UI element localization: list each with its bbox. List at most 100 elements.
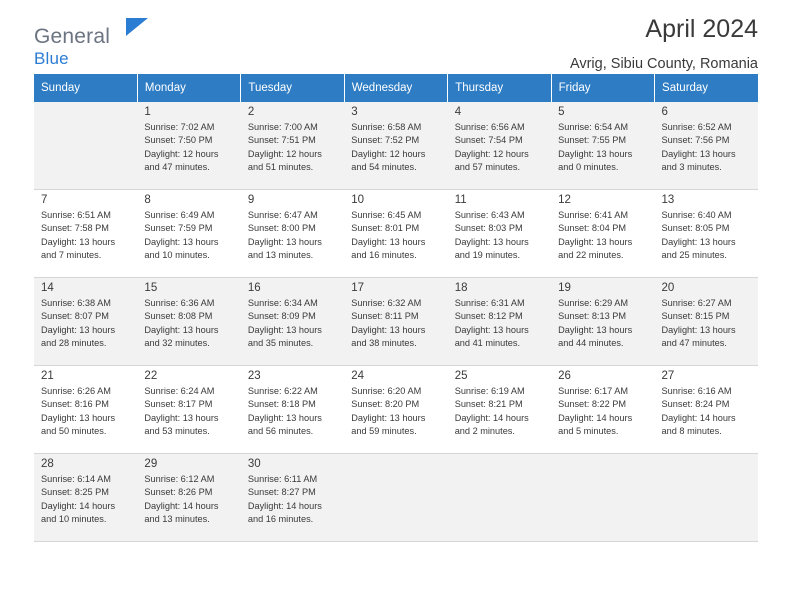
day-cell-content[interactable]: 22 Sunrise: 6:24 AM Sunset: 8:17 PM Dayli… — [137, 366, 241, 453]
day-cell: 13 Sunrise: 6:40 AM Sunset: 8:05 PM Dayli… — [654, 189, 758, 278]
calendar-table: Sunday Monday Tuesday Wednesday Thursday… — [34, 74, 758, 542]
day-cell-content[interactable]: 5 Sunrise: 6:54 AM Sunset: 7:55 PM Daylig… — [551, 102, 655, 189]
day-number: 4 — [454, 106, 462, 118]
day-cell: 18 Sunrise: 6:31 AM Sunset: 8:12 PM Dayli… — [447, 277, 552, 366]
location-subtitle: Avrig, Sibiu County, Romania — [569, 55, 758, 72]
day-cell-content[interactable]: 13 Sunrise: 6:40 AM Sunset: 8:05 PM Dayli… — [654, 190, 758, 277]
day-cell-content[interactable]: 26 Sunrise: 6:17 AM Sunset: 8:22 PM Dayli… — [551, 366, 655, 453]
day-sun-info: Sunrise: 6:12 AM Sunset: 8:26 PM Dayligh… — [144, 474, 219, 525]
day-number: 16 — [247, 282, 261, 294]
day-cell-content[interactable]: 11 Sunrise: 6:43 AM Sunset: 8:03 PM Dayli… — [447, 190, 552, 277]
day-number: 8 — [144, 194, 151, 206]
calendar-page: General Blue April 2024 Avrig, Sibiu Cou… — [0, 0, 792, 612]
day-number: 13 — [661, 194, 675, 206]
day-cell-content[interactable]: 21 Sunrise: 6:26 AM Sunset: 8:16 PM Dayli… — [34, 366, 138, 453]
day-cell: 11 Sunrise: 6:43 AM Sunset: 8:03 PM Dayli… — [447, 189, 552, 278]
day-number: 1 — [144, 106, 151, 118]
blue-flag-icon — [126, 18, 148, 36]
day-cell — [34, 102, 138, 190]
day-cell-content[interactable]: 1 Sunrise: 7:02 AM Sunset: 7:50 PM Daylig… — [137, 102, 241, 189]
day-cell-content[interactable]: 6 Sunrise: 6:52 AM Sunset: 7:56 PM Daylig… — [654, 102, 758, 189]
day-sun-info: Sunrise: 6:16 AM Sunset: 8:24 PM Dayligh… — [661, 386, 736, 437]
calendar-week-row: 1 Sunrise: 7:02 AM Sunset: 7:50 PM Daylig… — [34, 102, 758, 190]
weekday-header-thursday: Thursday — [447, 74, 552, 102]
day-cell: 3 Sunrise: 6:58 AM Sunset: 7:52 PM Daylig… — [344, 102, 448, 190]
day-cell-content[interactable]: 25 Sunrise: 6:19 AM Sunset: 8:21 PM Dayli… — [447, 366, 552, 453]
day-sun-info: Sunrise: 6:49 AM Sunset: 7:59 PM Dayligh… — [144, 210, 219, 261]
day-cell-content[interactable]: 24 Sunrise: 6:20 AM Sunset: 8:20 PM Dayli… — [344, 366, 448, 453]
day-cell: 2 Sunrise: 7:00 AM Sunset: 7:51 PM Daylig… — [240, 102, 345, 190]
brand-name-general: General — [34, 25, 111, 48]
day-number: 9 — [247, 194, 255, 206]
day-number: 20 — [661, 282, 675, 294]
day-cell-content[interactable]: 18 Sunrise: 6:31 AM Sunset: 8:12 PM Dayli… — [447, 278, 552, 365]
day-cell: 23 Sunrise: 6:22 AM Sunset: 8:18 PM Dayli… — [240, 365, 345, 454]
day-cell-content[interactable]: 17 Sunrise: 6:32 AM Sunset: 8:11 PM Dayli… — [344, 278, 448, 365]
day-sun-info: Sunrise: 6:38 AM Sunset: 8:07 PM Dayligh… — [41, 298, 116, 349]
day-cell-content[interactable]: 29 Sunrise: 6:12 AM Sunset: 8:26 PM Dayli… — [137, 454, 241, 541]
day-number: 30 — [247, 458, 261, 470]
weekday-header-wednesday: Wednesday — [344, 74, 449, 102]
day-cell — [447, 453, 552, 542]
brand-name-blue: Blue — [34, 49, 69, 68]
day-cell: 28 Sunrise: 6:14 AM Sunset: 8:25 PM Dayli… — [34, 453, 138, 542]
day-sun-info: Sunrise: 6:58 AM Sunset: 7:52 PM Dayligh… — [351, 122, 426, 173]
day-number: 10 — [351, 194, 365, 206]
day-cell-content[interactable]: 9 Sunrise: 6:47 AM Sunset: 8:00 PM Daylig… — [240, 190, 345, 277]
day-sun-info: Sunrise: 6:45 AM Sunset: 8:01 PM Dayligh… — [351, 210, 426, 261]
day-cell: 14 Sunrise: 6:38 AM Sunset: 8:07 PM Dayli… — [34, 277, 138, 366]
day-number: 6 — [661, 106, 668, 118]
day-number: 15 — [144, 282, 158, 294]
day-cell-content[interactable]: 10 Sunrise: 6:45 AM Sunset: 8:01 PM Dayli… — [344, 190, 448, 277]
day-cell-content[interactable]: 23 Sunrise: 6:22 AM Sunset: 8:18 PM Dayli… — [240, 366, 345, 453]
day-cell: 26 Sunrise: 6:17 AM Sunset: 8:22 PM Dayli… — [551, 365, 655, 454]
day-cell-content[interactable]: 19 Sunrise: 6:29 AM Sunset: 8:13 PM Dayli… — [551, 278, 655, 365]
day-cell-content[interactable]: 15 Sunrise: 6:36 AM Sunset: 8:08 PM Dayli… — [137, 278, 241, 365]
day-cell-content[interactable]: 3 Sunrise: 6:58 AM Sunset: 7:52 PM Daylig… — [344, 102, 448, 189]
day-sun-info: Sunrise: 6:56 AM Sunset: 7:54 PM Dayligh… — [454, 122, 529, 173]
day-cell-content[interactable]: 16 Sunrise: 6:34 AM Sunset: 8:09 PM Dayli… — [240, 278, 345, 365]
day-cell: 10 Sunrise: 6:45 AM Sunset: 8:01 PM Dayli… — [344, 189, 448, 278]
day-sun-info: Sunrise: 6:17 AM Sunset: 8:22 PM Dayligh… — [558, 386, 633, 437]
day-cell-content[interactable]: 7 Sunrise: 6:51 AM Sunset: 7:58 PM Daylig… — [34, 190, 138, 277]
weekday-header-friday: Friday — [551, 74, 656, 102]
day-sun-info: Sunrise: 6:51 AM Sunset: 7:58 PM Dayligh… — [41, 210, 116, 261]
day-cell-content[interactable]: 2 Sunrise: 7:00 AM Sunset: 7:51 PM Daylig… — [240, 102, 345, 189]
calendar-week-row: 14 Sunrise: 6:38 AM Sunset: 8:07 PM Dayli… — [34, 277, 758, 366]
day-number: 29 — [144, 458, 158, 470]
calendar-week-row: 21 Sunrise: 6:26 AM Sunset: 8:16 PM Dayli… — [34, 365, 758, 454]
day-cell: 5 Sunrise: 6:54 AM Sunset: 7:55 PM Daylig… — [551, 102, 655, 190]
day-cell: 22 Sunrise: 6:24 AM Sunset: 8:17 PM Dayli… — [137, 365, 241, 454]
day-number: 2 — [247, 106, 255, 118]
weekday-header-monday: Monday — [137, 74, 242, 102]
day-cell-content[interactable]: 14 Sunrise: 6:38 AM Sunset: 8:07 PM Dayli… — [34, 278, 138, 365]
day-sun-info: Sunrise: 6:34 AM Sunset: 8:09 PM Dayligh… — [247, 298, 322, 349]
day-cell-content[interactable]: 4 Sunrise: 6:56 AM Sunset: 7:54 PM Daylig… — [447, 102, 552, 189]
day-cell-content[interactable]: 8 Sunrise: 6:49 AM Sunset: 7:59 PM Daylig… — [137, 190, 241, 277]
day-sun-info: Sunrise: 6:26 AM Sunset: 8:16 PM Dayligh… — [41, 386, 116, 437]
day-cell-content[interactable]: 27 Sunrise: 6:16 AM Sunset: 8:24 PM Dayli… — [654, 366, 758, 453]
day-number: 7 — [41, 194, 48, 206]
day-cell-content[interactable]: 20 Sunrise: 6:27 AM Sunset: 8:15 PM Dayli… — [654, 278, 758, 365]
day-sun-info: Sunrise: 6:22 AM Sunset: 8:18 PM Dayligh… — [247, 386, 322, 437]
day-cell-content[interactable]: 28 Sunrise: 6:14 AM Sunset: 8:25 PM Dayli… — [34, 454, 138, 541]
day-number: 24 — [351, 370, 365, 382]
day-sun-info: Sunrise: 6:31 AM Sunset: 8:12 PM Dayligh… — [454, 298, 529, 349]
day-cell-content — [344, 454, 448, 541]
page-header: General Blue April 2024 Avrig, Sibiu Cou… — [34, 0, 758, 72]
calendar-week-row: 28 Sunrise: 6:14 AM Sunset: 8:25 PM Dayli… — [34, 453, 758, 542]
brand-logo[interactable]: General Blue — [34, 26, 110, 67]
day-cell: 20 Sunrise: 6:27 AM Sunset: 8:15 PM Dayli… — [654, 277, 758, 366]
day-cell-content[interactable]: 12 Sunrise: 6:41 AM Sunset: 8:04 PM Dayli… — [551, 190, 655, 277]
day-cell: 17 Sunrise: 6:32 AM Sunset: 8:11 PM Dayli… — [344, 277, 448, 366]
day-number: 17 — [351, 282, 365, 294]
day-cell: 27 Sunrise: 6:16 AM Sunset: 8:24 PM Dayli… — [654, 365, 758, 454]
day-number: 26 — [558, 370, 571, 382]
day-cell: 9 Sunrise: 6:47 AM Sunset: 8:00 PM Daylig… — [240, 189, 345, 278]
day-cell: 4 Sunrise: 6:56 AM Sunset: 7:54 PM Daylig… — [447, 102, 552, 190]
day-sun-info: Sunrise: 6:40 AM Sunset: 8:05 PM Dayligh… — [661, 210, 736, 261]
day-sun-info: Sunrise: 6:32 AM Sunset: 8:11 PM Dayligh… — [351, 298, 426, 349]
day-cell-content[interactable]: 30 Sunrise: 6:11 AM Sunset: 8:27 PM Dayli… — [240, 454, 345, 541]
day-number: 12 — [558, 194, 571, 206]
day-number: 28 — [41, 458, 54, 470]
